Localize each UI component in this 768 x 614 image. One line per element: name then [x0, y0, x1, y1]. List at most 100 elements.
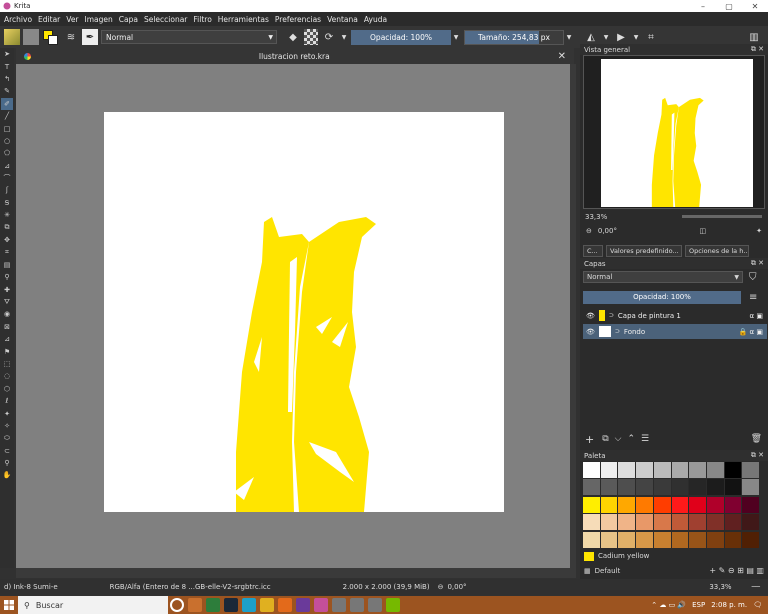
palette-swatch[interactable] [671, 514, 689, 531]
menu-editar[interactable]: Editar [38, 15, 60, 24]
tray-icons[interactable]: ⌃ ☁ ▭ 🔊 [651, 601, 686, 609]
palette-swatch[interactable] [583, 462, 600, 478]
layer-alpha-icon[interactable]: α ▣ [750, 312, 763, 320]
palette-swatch[interactable] [706, 496, 724, 513]
freehand-select-icon[interactable]: ℓ [1, 395, 13, 407]
float-dock-icon[interactable]: ⧉ ✕ [751, 45, 764, 54]
fill-tool-icon[interactable]: ⛛ [1, 296, 13, 308]
wrap-around-icon[interactable]: ⌗ [643, 29, 659, 45]
polygon-tool-icon[interactable]: ⬠ [1, 147, 13, 159]
palette-swatch[interactable] [583, 514, 600, 531]
tab-presets[interactable]: Valores predefinido... [606, 245, 682, 257]
select-shapes-icon[interactable]: ➤ [1, 48, 13, 60]
edit-shapes-icon[interactable]: ↰ [1, 73, 13, 85]
reference-tool-icon[interactable]: ⚑ [1, 345, 13, 357]
zoom-slider[interactable] [682, 215, 762, 218]
gradient-preset-button[interactable] [4, 29, 20, 45]
nvidia-icon[interactable] [386, 598, 400, 612]
palette-swatch[interactable] [724, 496, 742, 513]
palette-swatch[interactable] [671, 531, 689, 548]
opacity-slider[interactable]: Opacidad: 100% [351, 29, 451, 45]
ellipse-tool-icon[interactable]: ○ [1, 135, 13, 147]
lock-icon[interactable]: 🔒 α ▣ [739, 328, 763, 336]
workspace-icon[interactable]: ▥ [746, 29, 762, 45]
palette-swatch[interactable] [724, 479, 742, 496]
float-dock-icon[interactable]: ⧉ ✕ [751, 451, 764, 460]
palette-swatch[interactable] [724, 462, 742, 478]
chevron-down-icon[interactable]: ▼ [602, 29, 610, 45]
measure-tool-icon[interactable]: ⊿ [1, 333, 13, 345]
palette-swatch[interactable] [618, 496, 636, 513]
rectangle-tool-icon[interactable]: □ [1, 122, 13, 134]
maximize-button[interactable]: ▢ [716, 2, 742, 11]
chrome-icon[interactable] [260, 598, 274, 612]
add-layer-icon[interactable]: + [585, 433, 594, 446]
menu-ventana[interactable]: Ventana [327, 15, 358, 24]
zoom-slider-small[interactable]: ── [752, 583, 760, 591]
firefox-icon[interactable] [278, 598, 292, 612]
color-selector-icon[interactable] [42, 29, 60, 45]
mirror-canvas-icon[interactable]: ◫ [700, 227, 707, 235]
polyline-tool-icon[interactable]: ⊿ [1, 160, 13, 172]
menu-ver[interactable]: Ver [66, 15, 78, 24]
palette-swatch[interactable] [636, 462, 653, 478]
move-layer-down-icon[interactable]: ⌵ [615, 434, 622, 444]
layer-row-selected[interactable]: 👁 ⊃ Fondo 🔒 α ▣ [583, 324, 767, 339]
mirror-vertical-icon[interactable]: ▶ [613, 29, 629, 45]
palette-actions-icon[interactable]: + ✎ ⊖ ⊞ ▤ ▥ [709, 566, 764, 575]
menu-preferencias[interactable]: Preferencias [275, 15, 321, 24]
chevron-down-icon[interactable]: ▼ [451, 29, 461, 45]
chevron-down-icon[interactable]: ▼ [564, 29, 574, 45]
krita-taskbar-icon[interactable] [314, 598, 328, 612]
delete-layer-icon[interactable]: 🗑 [751, 434, 762, 444]
menu-icon[interactable]: ≡ [749, 292, 757, 303]
palette-swatch[interactable] [600, 514, 618, 531]
app-icon[interactable] [368, 598, 382, 612]
eraser-icon[interactable]: ◆ [285, 29, 301, 45]
assistant-tool-icon[interactable]: ⊠ [1, 321, 13, 333]
palette-swatch[interactable] [671, 496, 689, 513]
multibrush-icon[interactable]: ✳ [1, 209, 13, 221]
menu-imagen[interactable]: Imagen [85, 15, 113, 24]
cortana-icon[interactable] [170, 598, 184, 612]
notification-icon[interactable]: 🗨 [753, 601, 762, 609]
mirror-horizontal-icon[interactable]: ◭ [583, 29, 599, 45]
palette-swatch[interactable] [618, 479, 636, 496]
move-layer-up-icon[interactable]: ⌃ [627, 434, 635, 444]
layer-blend-select[interactable]: Normal ▼ [583, 271, 743, 283]
color-picker-icon[interactable]: ⚲ [1, 271, 13, 283]
palette-swatch[interactable] [583, 479, 600, 496]
app-icon[interactable] [296, 598, 310, 612]
enclose-fill-icon[interactable]: ◉ [1, 308, 13, 320]
line-tool-icon[interactable]: ╱ [1, 110, 13, 122]
palette-swatch[interactable] [653, 496, 671, 513]
palette-swatch[interactable] [742, 531, 759, 548]
brush-settings-icon[interactable]: ≋ [63, 29, 79, 45]
contiguous-select-icon[interactable]: ✦ [1, 407, 13, 419]
palette-swatch[interactable] [689, 514, 706, 531]
filter-icon[interactable]: ⛉ [749, 272, 757, 283]
close-document-icon[interactable]: ✕ [558, 51, 566, 62]
close-window-button[interactable]: ✕ [742, 2, 768, 11]
palette-swatch[interactable] [671, 479, 689, 496]
palette-swatch[interactable] [689, 496, 706, 513]
palette-swatch[interactable] [742, 514, 759, 531]
bezier-select-icon[interactable]: ⬭ [1, 432, 13, 444]
palette-swatch[interactable] [600, 479, 618, 496]
menu-capa[interactable]: Capa [119, 15, 138, 24]
blend-mode-select[interactable]: Normal ▼ [101, 30, 277, 44]
magnetic-select-icon[interactable]: ⊂ [1, 445, 13, 457]
drawing-canvas[interactable] [104, 112, 504, 512]
chevron-down-icon[interactable]: ▼ [340, 29, 348, 45]
palette-swatch[interactable] [724, 514, 742, 531]
float-dock-icon[interactable]: ⧉ ✕ [751, 259, 764, 268]
menu-herramientas[interactable]: Herramientas [218, 15, 269, 24]
palette-swatch[interactable] [742, 496, 759, 513]
menu-ayuda[interactable]: Ayuda [364, 15, 387, 24]
gradient-tool-icon[interactable]: ▤ [1, 259, 13, 271]
palette-swatch[interactable] [653, 479, 671, 496]
freehand-path-icon[interactable]: ʃ [1, 184, 13, 196]
document-tab[interactable]: Ilustracion reto.kra ✕ [16, 48, 574, 64]
pattern-preset-button[interactable] [23, 29, 39, 45]
task-view-icon[interactable] [188, 598, 202, 612]
